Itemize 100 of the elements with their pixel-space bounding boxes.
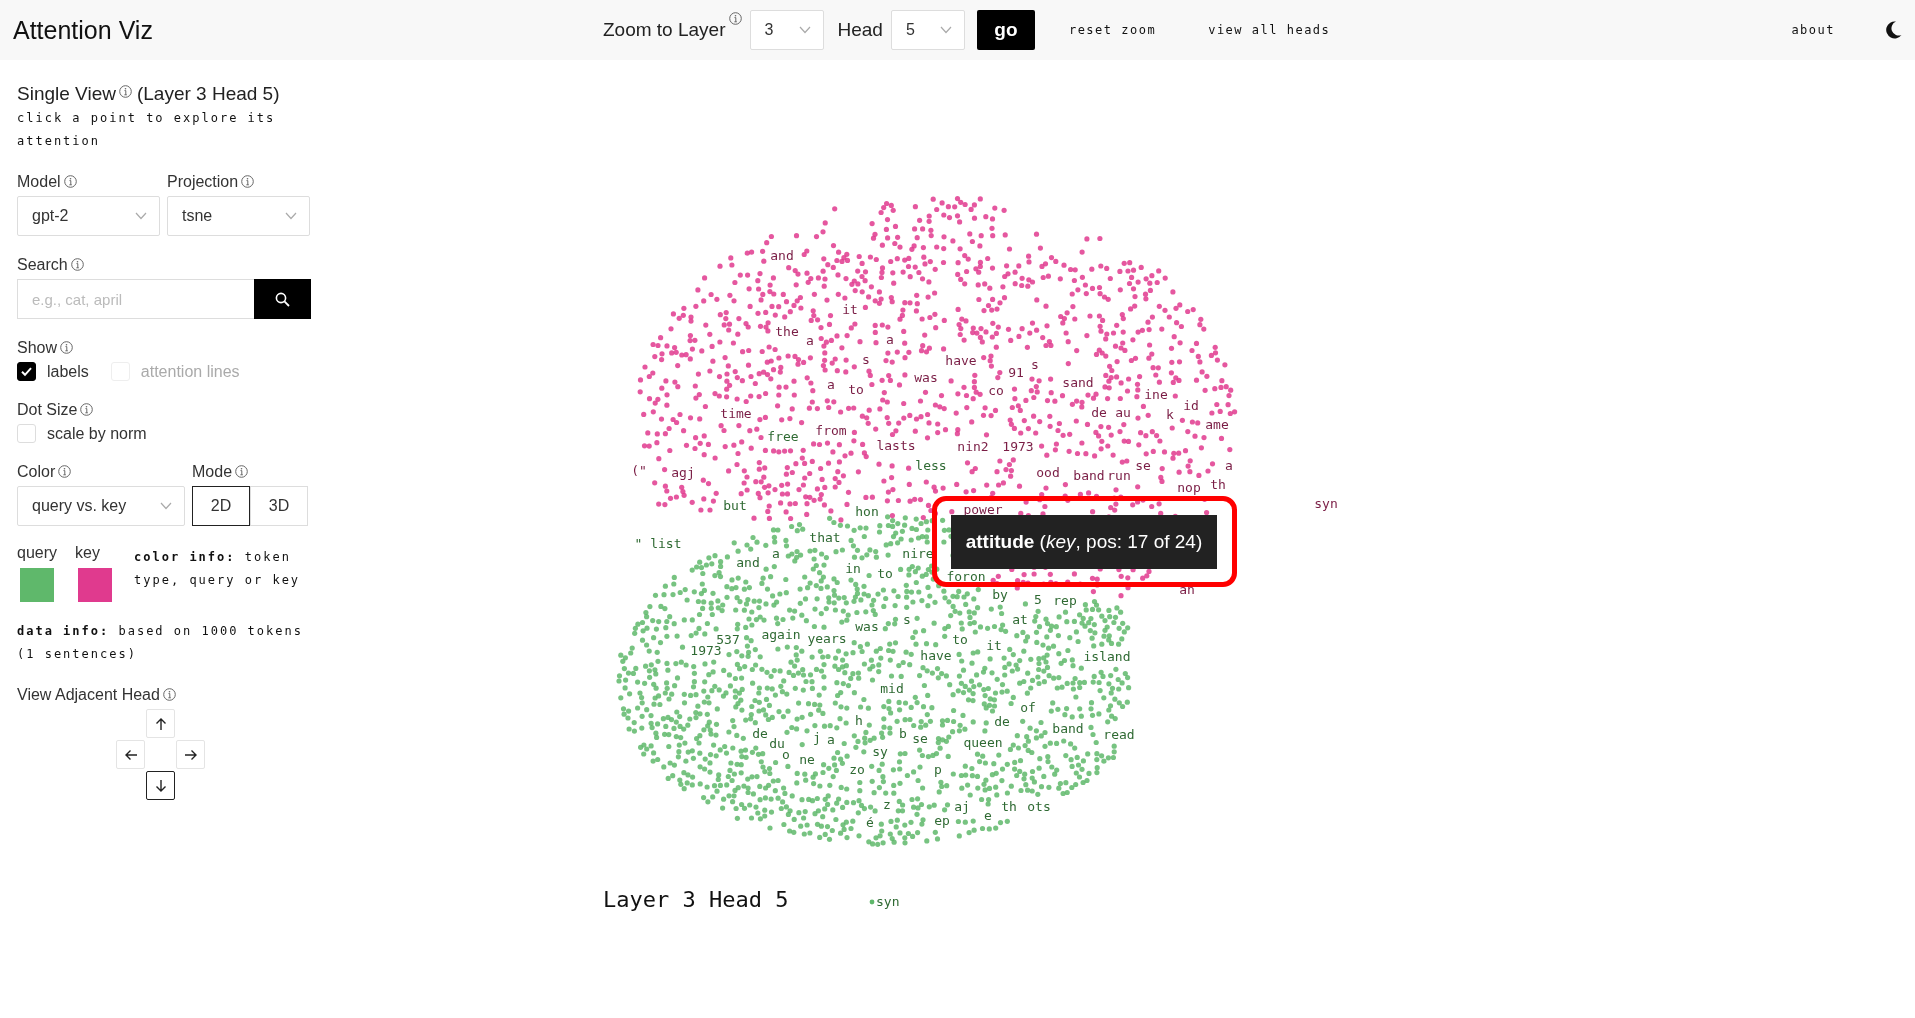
point-label: au <box>1115 404 1131 420</box>
point-label: 1973 <box>1002 438 1034 454</box>
legend-label: key <box>75 544 101 562</box>
point-label: th <box>1210 476 1226 492</box>
point-label: co <box>988 382 1004 398</box>
point-label: island <box>1083 648 1131 664</box>
field-label: Color <box>17 463 56 481</box>
point-label: se <box>912 730 928 746</box>
point-label: at <box>1012 611 1028 627</box>
point-label: that <box>809 529 841 545</box>
hint-text: click a point to explore its attention <box>17 110 277 150</box>
point-label: hon <box>855 503 879 519</box>
point-label: have <box>945 352 977 368</box>
point-label: ots <box>1027 798 1051 814</box>
point-label: de <box>994 713 1010 729</box>
field-label: Dot Size <box>17 401 78 419</box>
point-label: ep <box>934 812 950 828</box>
point-label: an <box>1179 581 1195 597</box>
point-label: k <box>1166 406 1174 422</box>
point-label: have <box>920 647 952 663</box>
point-label: de <box>752 725 768 741</box>
point-label: mid <box>880 680 904 696</box>
point-label: syn <box>1314 495 1338 511</box>
point-label: again <box>761 626 801 642</box>
point-label: a <box>772 545 780 561</box>
point-label: de <box>1091 404 1107 420</box>
field-label: Projection <box>167 173 239 191</box>
point-label: s <box>1031 356 1039 372</box>
point-label: and <box>736 554 760 570</box>
point-label: to <box>848 381 864 397</box>
point-label: z <box>883 796 891 812</box>
point-label: du <box>769 735 785 751</box>
point-tooltip: attitude (key, pos: 17 of 24) <box>951 515 1217 569</box>
field-label: Model <box>17 173 61 191</box>
point-label: of <box>1020 699 1036 715</box>
point-label: free <box>767 428 799 444</box>
plot-caption: Layer 3 Head 5 <box>603 887 789 912</box>
point-label: by <box>992 586 1008 602</box>
point-label: run <box>1107 467 1131 483</box>
point-label: nop <box>1177 479 1201 495</box>
point-label: lasts <box>876 437 916 453</box>
field-label: Mode <box>192 463 233 481</box>
point-label: ne <box>799 751 815 767</box>
point-label: was <box>855 618 879 634</box>
point-label: ood <box>1036 464 1060 480</box>
point-label: s <box>862 351 870 367</box>
point-label: from <box>815 422 847 438</box>
app-title: Attention Viz <box>12 15 154 45</box>
color-info-text: color info: token type, query or key <box>134 549 302 589</box>
point-label: foron <box>946 568 986 584</box>
point-label: but <box>723 497 747 513</box>
point-label: sy <box>872 743 888 759</box>
point-label: band <box>1052 720 1084 736</box>
point-label: a <box>827 376 835 392</box>
point-label: syn <box>876 893 900 909</box>
point-label: to <box>877 565 893 581</box>
point-label: to <box>952 631 968 647</box>
point-label: a <box>806 332 814 348</box>
point-label: the <box>775 323 799 339</box>
view-title: Single View <box>17 83 116 105</box>
point-label: 5 <box>1034 591 1042 607</box>
point-label: agj <box>671 464 695 480</box>
point-label: p <box>934 761 942 777</box>
point-label: a <box>1225 457 1233 473</box>
field-label: Search <box>17 256 68 274</box>
point-label: queen <box>963 734 1003 750</box>
layer-label: Zoom to Layer <box>603 19 726 41</box>
point-label: zo <box>849 761 865 777</box>
head-label: Head <box>837 19 883 41</box>
point-label: b <box>899 725 907 741</box>
checkbox-label: attention lines <box>140 362 240 381</box>
point-label: se <box>1135 457 1151 473</box>
point-label: a <box>827 731 835 747</box>
point-label: 91 <box>1008 364 1024 380</box>
point-label: th <box>1001 798 1017 814</box>
point-label: id <box>1183 397 1199 413</box>
point-label: aj <box>954 798 970 814</box>
point-label: time <box>720 405 752 421</box>
point-label: j <box>813 729 821 745</box>
point-label: e <box>984 807 992 823</box>
point-label: a <box>886 331 894 347</box>
point-label: in <box>845 560 861 576</box>
point-label: ame <box>1205 416 1229 432</box>
legend-label: query <box>17 544 58 562</box>
field-label: Show <box>17 339 58 357</box>
point-label: nire <box>902 545 934 561</box>
point-label: power <box>963 501 1003 517</box>
point-label: band <box>1073 467 1105 483</box>
point-label: (" <box>631 462 647 478</box>
field-label: View Adjacent Head <box>17 686 160 704</box>
data-info-text: data info: based on 1000 tokens (1 sentences) <box>17 623 304 663</box>
point-label: ine <box>1144 386 1168 402</box>
checkbox-label: scale by norm <box>47 424 147 443</box>
point-label: and <box>770 247 794 263</box>
point-label: was <box>914 369 938 385</box>
point-label: rep <box>1053 592 1077 608</box>
point-label: less <box>915 457 947 473</box>
point-label: read <box>1103 726 1135 742</box>
point-label: sand <box>1062 374 1094 390</box>
point-label: s <box>903 611 911 627</box>
